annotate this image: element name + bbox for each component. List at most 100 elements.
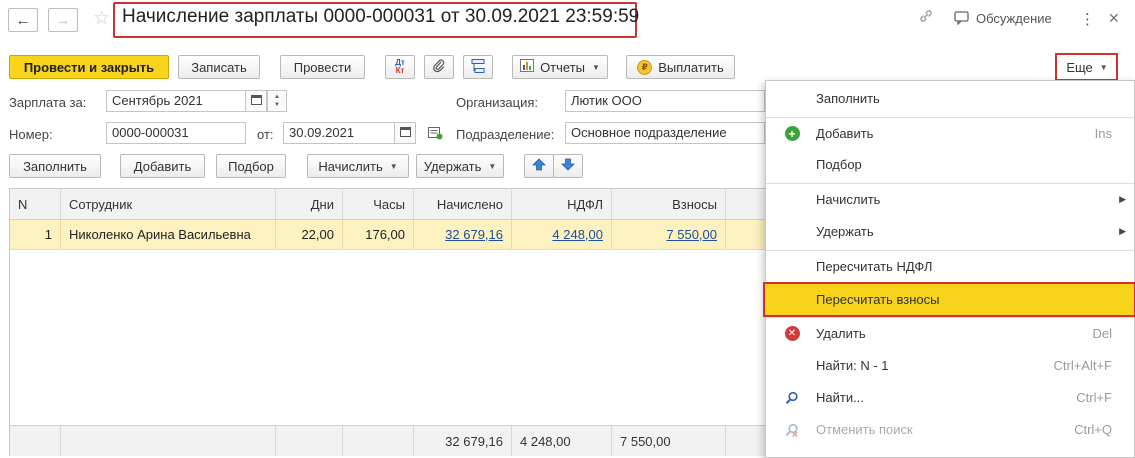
more-vertical-icon[interactable]: ⋮	[1080, 10, 1095, 28]
table-add-button[interactable]: Добавить	[120, 154, 205, 178]
menu-hotkey: Ctrl+Alt+F	[1053, 358, 1112, 373]
table-cell-accrued[interactable]: 32 679,16	[414, 220, 512, 250]
post-and-close-button[interactable]: Провести и закрыть	[9, 55, 169, 79]
table-fill-button[interactable]: Заполнить	[9, 154, 101, 178]
division-input[interactable]: Основное подразделение	[565, 122, 765, 144]
menu-item-label: Удержать	[816, 224, 874, 239]
close-icon[interactable]: ✕	[1108, 10, 1120, 27]
accrue-label: Начислить	[318, 158, 383, 174]
table-cell-n[interactable]: 1	[10, 220, 61, 250]
menu-item-withhold[interactable]: Удержать ▶	[766, 216, 1134, 247]
menu-item-accrue[interactable]: Начислить ▶	[766, 184, 1134, 215]
menu-item-label: Заполнить	[816, 91, 880, 106]
column-header-ndfl[interactable]: НДФЛ	[512, 189, 612, 220]
contributions-link[interactable]: 7 550,00	[666, 227, 717, 242]
save-button[interactable]: Записать	[178, 55, 260, 79]
move-up-button[interactable]	[524, 154, 554, 178]
back-button[interactable]: ←	[8, 8, 38, 32]
table-cell-hours[interactable]: 176,00	[343, 220, 414, 250]
table-cell-days[interactable]: 22,00	[276, 220, 343, 250]
chevron-down-icon: ▼	[488, 161, 497, 171]
reports-button[interactable]: Отчеты ▼	[512, 55, 608, 79]
attach-button[interactable]	[424, 55, 454, 79]
structure-button[interactable]	[463, 55, 493, 79]
discussion-button[interactable]: Обсуждение	[976, 11, 1052, 26]
pay-button[interactable]: ₽ Выплатить	[626, 55, 735, 79]
recalc-highlight-box	[763, 282, 1135, 317]
division-history-icon[interactable]	[428, 127, 443, 143]
salary-for-label: Зарплата за:	[9, 95, 87, 110]
kt-icon-text: Кт	[395, 66, 405, 75]
menu-item-label: Найти...	[816, 390, 864, 405]
spinner-down-icon[interactable]: ▼	[274, 101, 280, 109]
date-label: от:	[257, 127, 274, 142]
menu-item-delete[interactable]: ✕ Удалить Del	[766, 318, 1134, 349]
menu-item-add[interactable]: + Добавить Ins	[766, 118, 1134, 149]
arrow-down-icon	[561, 158, 575, 174]
footer-cell-empty	[726, 425, 768, 456]
menu-item-select[interactable]: Подбор	[766, 149, 1134, 180]
organization-label: Организация:	[456, 95, 539, 110]
menu-item-label: Подбор	[816, 157, 862, 172]
menu-item-recalc-ndfl[interactable]: Пересчитать НДФЛ	[766, 251, 1134, 282]
number-label: Номер:	[9, 127, 53, 142]
spinner-up-icon[interactable]: ▲	[274, 93, 280, 101]
forward-arrow-icon: →	[55, 11, 71, 29]
menu-item-label: Пересчитать НДФЛ	[816, 259, 933, 274]
menu-item-label: Найти: N - 1	[816, 358, 889, 373]
table-cell-contributions[interactable]: 7 550,00	[612, 220, 726, 250]
submenu-arrow-icon: ▶	[1119, 226, 1126, 236]
footer-cell-empty	[10, 425, 61, 456]
month-spinner[interactable]: ▲ ▼	[267, 90, 287, 112]
withhold-button[interactable]: Удержать ▼	[416, 154, 504, 178]
column-header-days[interactable]: Дни	[276, 189, 343, 220]
favorite-star-icon[interactable]: ☆	[93, 7, 110, 30]
menu-item-find[interactable]: Найти... Ctrl+F	[766, 382, 1134, 413]
accrued-link[interactable]: 32 679,16	[445, 227, 503, 242]
column-header-n[interactable]: N	[10, 189, 61, 220]
organization-input[interactable]: Лютик ООО	[565, 90, 765, 112]
menu-item-label: Добавить	[816, 126, 874, 141]
footer-total-ndfl: 4 248,00	[512, 425, 612, 456]
menu-item-find-n[interactable]: Найти: N - 1 Ctrl+Alt+F	[766, 350, 1134, 381]
number-input[interactable]: 0000-000031	[106, 122, 246, 144]
page-title: Начисление зарплаты 0000-000031 от 30.09…	[122, 6, 640, 27]
ndfl-link[interactable]: 4 248,00	[552, 227, 603, 242]
date-calendar-button[interactable]	[394, 122, 416, 144]
table-cell-empty	[726, 220, 768, 250]
calendar-icon	[399, 126, 411, 140]
accrue-button[interactable]: Начислить ▼	[307, 154, 409, 178]
accruals-table[interactable]: N Сотрудник Дни Часы Начислено НДФЛ Взно…	[9, 188, 769, 456]
chevron-down-icon: ▼	[389, 161, 398, 171]
salary-month-input[interactable]: Сентябрь 2021	[106, 90, 246, 112]
column-header-accrued[interactable]: Начислено	[414, 189, 512, 220]
discussion-icon[interactable]	[954, 11, 970, 28]
chevron-down-icon: ▼	[592, 62, 600, 72]
dt-kt-button[interactable]: Дт Кт	[385, 55, 415, 79]
menu-hotkey: Ctrl+Q	[1074, 422, 1112, 437]
column-header-hours[interactable]: Часы	[343, 189, 414, 220]
menu-item-fill[interactable]: Заполнить	[766, 83, 1134, 114]
footer-cell-empty	[276, 425, 343, 456]
table-select-button[interactable]: Подбор	[216, 154, 286, 178]
link-icon[interactable]	[918, 8, 934, 28]
footer-total-contributions: 7 550,00	[612, 425, 726, 456]
date-input[interactable]: 30.09.2021	[283, 122, 395, 144]
menu-item-cancel-search[interactable]: Отменить поиск Ctrl+Q	[766, 414, 1134, 445]
column-header-employee[interactable]: Сотрудник	[61, 189, 276, 220]
calendar-button[interactable]	[245, 90, 267, 112]
column-header-contributions[interactable]: Взносы	[612, 189, 726, 220]
move-down-button[interactable]	[553, 154, 583, 178]
table-cell-employee[interactable]: Николенко Арина Васильевна	[61, 220, 276, 250]
footer-total-accrued: 32 679,16	[414, 425, 512, 456]
footer-cell-empty	[61, 425, 276, 456]
table-cell-ndfl[interactable]: 4 248,00	[512, 220, 612, 250]
menu-hotkey: Del	[1092, 326, 1112, 341]
coin-icon: ₽	[637, 59, 653, 75]
delete-circle-icon: ✕	[784, 326, 800, 342]
search-icon	[784, 390, 800, 406]
more-highlight-box	[1055, 53, 1118, 81]
more-dropdown-menu[interactable]: Заполнить + Добавить Ins Подбор Начислит…	[763, 80, 1135, 458]
forward-button[interactable]: →	[48, 8, 78, 32]
post-button[interactable]: Провести	[280, 55, 365, 79]
